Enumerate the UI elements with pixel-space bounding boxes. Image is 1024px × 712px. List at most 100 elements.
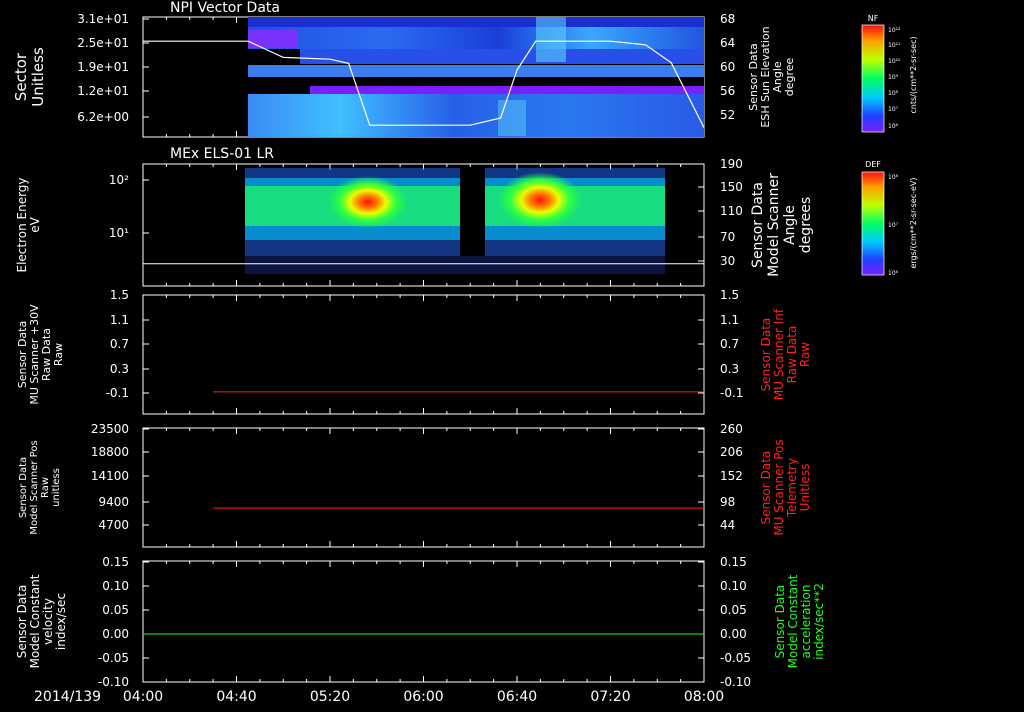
right-tick-label: 98	[720, 495, 735, 509]
right-axis-label: Model Constant	[786, 574, 800, 668]
npi-row-band	[248, 65, 704, 77]
time-tick-label: 06:40	[497, 689, 537, 705]
els-colorbar-title: DEF	[865, 160, 881, 169]
right-axis-label: Unitless	[798, 464, 812, 512]
panel-frame	[142, 427, 705, 548]
figure-canvas: 04:00 04:40 05:20 06:00 06:40 07:20 08:00 3.1e+…	[12, 0, 918, 705]
left-axis-label: Raw	[40, 477, 51, 498]
left-tick-label: 1.2e+01	[77, 84, 129, 98]
els-spectrogram	[245, 168, 665, 274]
left-tick-label: 10¹	[109, 226, 129, 240]
right-tick-label: -0.1	[720, 386, 743, 400]
right-tick-label: 0.7	[720, 337, 739, 351]
time-tick-label: 08:00	[684, 689, 724, 705]
left-tick-label: 0.10	[102, 579, 129, 593]
colorbar-tick-label: 10⁷	[888, 106, 899, 113]
npi-row-lower	[248, 94, 704, 137]
colorbar-tick-label: 10⁶	[888, 270, 899, 277]
npi-row-top	[248, 17, 704, 27]
npi-row-sparse	[310, 86, 704, 94]
left-tick-label: 10²	[109, 173, 129, 187]
colorbar-unit-label: cnts/(cm**2-sr-sec)	[909, 36, 918, 113]
right-axis-label: degrees	[798, 197, 814, 253]
left-axis-label: Sensor Data	[15, 585, 29, 659]
right-tick-label: 206	[720, 445, 743, 459]
right-tick-label: 70	[720, 230, 735, 244]
time-tick-label: 05:20	[310, 689, 350, 705]
npi-colorbar: NF	[861, 14, 885, 133]
left-axis-label: Sensor Data	[18, 457, 29, 518]
time-tick-label: 07:20	[590, 689, 630, 705]
right-tick-label: 64	[720, 36, 735, 50]
left-tick-label: 0.7	[110, 337, 129, 351]
right-axis-label: MU Scanner Pos	[772, 439, 786, 535]
right-axis-label: index/sec**2	[812, 583, 826, 660]
right-tick-label: 0.15	[720, 555, 747, 569]
right-tick-label: 60	[720, 60, 735, 74]
left-tick-label: -0.10	[98, 675, 129, 689]
right-axis-label: MU Scanner Inf	[772, 308, 786, 400]
left-axis-label: index/sec	[54, 593, 68, 650]
right-axis-label: Raw	[798, 342, 812, 367]
right-tick-label: 1.1	[720, 313, 739, 327]
right-tick-label: 150	[720, 180, 743, 194]
left-axis-label: unitless	[51, 468, 62, 507]
right-tick-label: 30	[720, 254, 735, 268]
right-tick-label: 0.10	[720, 579, 747, 593]
left-tick-label: -0.1	[106, 386, 129, 400]
right-tick-label: 44	[720, 518, 735, 532]
left-tick-label: 18800	[91, 445, 129, 459]
right-tick-label: 190	[720, 157, 743, 171]
left-tick-label: 1.5	[110, 288, 129, 302]
right-axis-label: Telemetry	[785, 458, 799, 518]
left-tick-label: 23500	[91, 422, 129, 436]
date-label: 2014/139	[34, 689, 101, 705]
left-axis-label: Raw	[52, 343, 65, 366]
colorbar-tick-label: 10⁶	[888, 123, 899, 130]
colorbar-tick-label: 10⁹	[888, 74, 899, 81]
left-axis-label: Model Constant	[28, 574, 42, 668]
left-axis-label: velocity	[41, 598, 55, 645]
right-axis-label: acceleration	[799, 585, 813, 659]
npi-colorbar-title: NF	[868, 14, 879, 23]
left-tick-label: 6.2e+00	[77, 110, 129, 124]
left-axis-label: Sector	[12, 52, 30, 101]
time-tick-label: 04:00	[123, 689, 163, 705]
panel-frame	[142, 294, 705, 415]
colorbar-unit-label: ergs/(cm**2-sr-sec-eV)	[909, 177, 918, 268]
left-tick-label: 0.05	[102, 603, 129, 617]
right-tick-label: -0.05	[720, 651, 751, 665]
colorbar-tick-label: 10⁸	[888, 90, 899, 97]
left-axis-label: Electron Energy	[15, 177, 29, 272]
right-tick-label: 1.5	[720, 288, 739, 302]
left-tick-label: 4700	[98, 518, 129, 532]
colorbar-tick-label: 10¹²	[888, 27, 901, 34]
right-tick-label: 0.05	[720, 603, 747, 617]
colorbar-tick-label: 10⁸	[888, 174, 899, 181]
npi-row-mid	[300, 49, 704, 64]
left-axis-label: Model Scanner Pos	[29, 440, 40, 534]
right-axis-label: Sensor Data	[750, 182, 766, 268]
colorbar-tick-label: 10¹¹	[888, 42, 901, 49]
left-tick-label: 0.00	[102, 627, 129, 641]
right-tick-label: 52	[720, 108, 735, 122]
els-colorbar: DEF	[861, 160, 885, 276]
npi-panel-title: NPI Vector Data	[170, 0, 280, 16]
right-tick-label: 110	[720, 204, 743, 218]
els-panel-title: MEx ELS-01 LR	[170, 146, 274, 162]
left-tick-label: -0.05	[98, 651, 129, 665]
right-axis-label: Model Scanner	[766, 173, 782, 277]
left-tick-label: 14100	[91, 469, 129, 483]
right-axis-label: Angle	[782, 205, 798, 245]
time-tick-label: 04:40	[216, 689, 256, 705]
time-tick-label: 06:00	[403, 689, 443, 705]
left-tick-label: 0.3	[110, 362, 129, 376]
spectrogram-figure: 04:00 04:40 05:20 06:00 06:40 07:20 08:00 3.1e+…	[0, 0, 1024, 708]
left-tick-label: 1.1	[110, 313, 129, 327]
left-axis-label: Unitless	[29, 47, 47, 107]
right-axis-label: Sensor Data	[759, 451, 773, 525]
colorbar-tick-label: 10¹⁰	[888, 58, 901, 65]
right-tick-label: 152	[720, 469, 743, 483]
left-tick-label: 9400	[98, 495, 129, 509]
panel-frame	[142, 560, 705, 683]
